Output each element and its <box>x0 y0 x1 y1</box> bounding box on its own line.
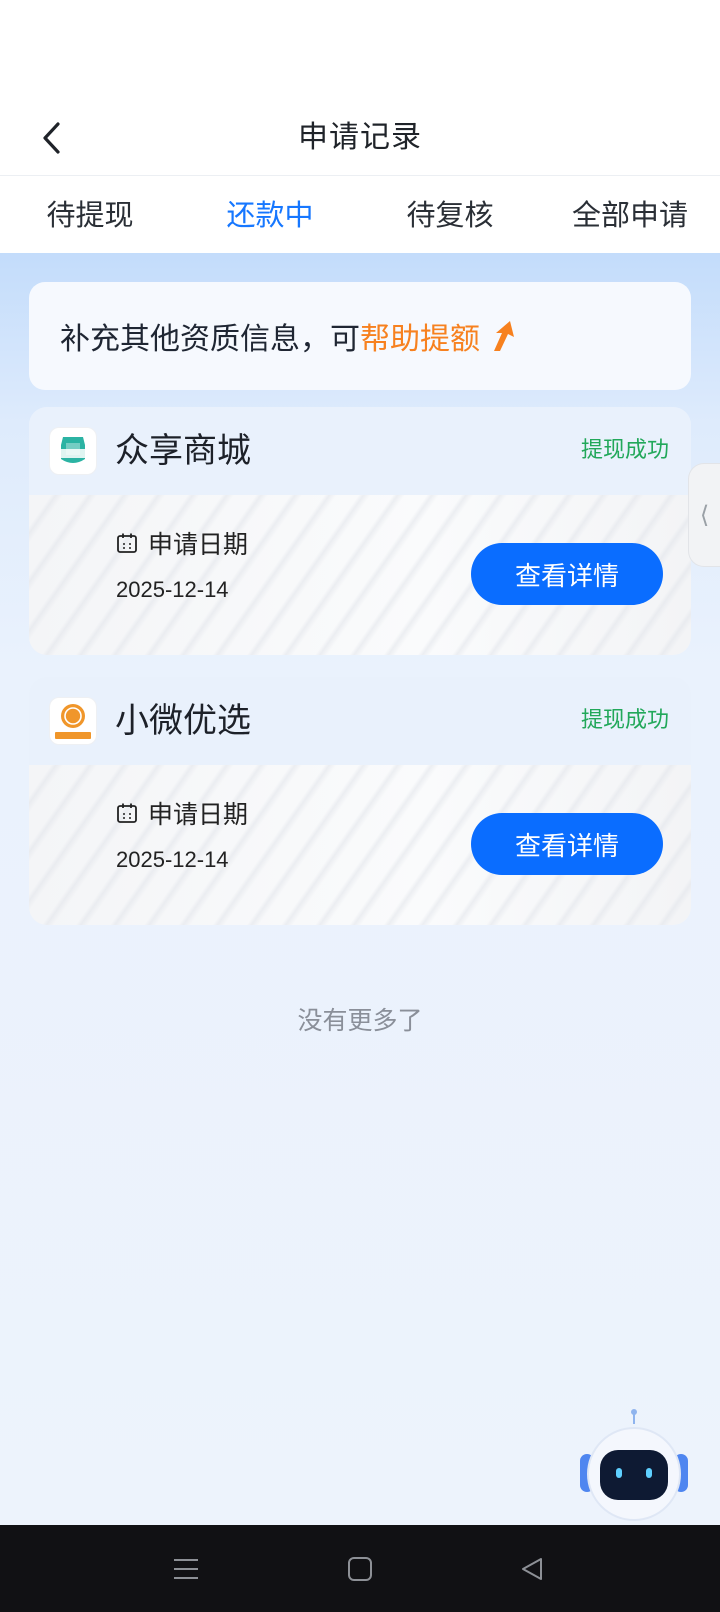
record-card-body: 申请日期 2025-12-14 查看详情 <box>29 765 691 925</box>
calendar-icon <box>117 803 137 823</box>
page-title: 申请记录 <box>298 120 422 155</box>
view-details-button[interactable]: 查看详情 <box>471 813 663 875</box>
header: 申请记录 <box>0 100 720 176</box>
apply-date-value: 2025-12-14 <box>116 577 229 602</box>
content-area: 补充其他资质信息，可 帮助提额 众享商城 提现成功 申请日期 2025-12-1… <box>0 253 720 1554</box>
tab-pending-withdraw[interactable]: 待提现 <box>0 177 180 253</box>
store-logo <box>49 697 97 745</box>
home-square-icon[interactable] <box>343 1552 377 1586</box>
back-triangle-icon[interactable] <box>515 1552 549 1586</box>
view-details-button[interactable]: 查看详情 <box>471 543 663 605</box>
promo-banner[interactable]: 补充其他资质信息，可 帮助提额 <box>29 282 691 390</box>
record-card-header: 小微优选 提现成功 <box>29 677 691 765</box>
store-logo-icon <box>55 437 91 463</box>
back-button[interactable] <box>30 116 74 160</box>
record-card-body: 申请日期 2025-12-14 查看详情 <box>29 495 691 655</box>
status-badge: 提现成功 <box>580 438 669 463</box>
side-drawer-handle[interactable]: ⟨ <box>688 463 720 567</box>
apply-date-label: 申请日期 <box>116 795 248 831</box>
status-bar-area <box>0 0 720 100</box>
tab-all-applications[interactable]: 全部申请 <box>540 177 720 253</box>
system-navigation-bar <box>0 1525 720 1612</box>
apply-date-value: 2025-12-14 <box>116 847 229 872</box>
store-name: 小微优选 <box>115 701 251 741</box>
promo-text: 补充其他资质信息，可 <box>60 322 360 357</box>
chevron-left-icon <box>43 122 60 154</box>
record-card: 小微优选 提现成功 申请日期 2025-12-14 查看详情 <box>29 677 691 925</box>
arrow-up-icon <box>488 319 518 353</box>
record-card: 众享商城 提现成功 申请日期 2025-12-14 查看详情 <box>29 407 691 655</box>
date-label-text: 申请日期 <box>148 530 249 559</box>
store-logo <box>49 427 97 475</box>
no-more-text: 没有更多了 <box>297 1006 423 1035</box>
record-card-header: 众享商城 提现成功 <box>29 407 691 495</box>
tab-bar: 待提现 还款中 待复核 全部申请 <box>0 177 720 253</box>
apply-date-label: 申请日期 <box>116 525 248 561</box>
date-label-text: 申请日期 <box>148 800 249 829</box>
tab-repaying[interactable]: 还款中 <box>180 177 360 253</box>
tab-pending-review[interactable]: 待复核 <box>360 177 540 253</box>
status-badge: 提现成功 <box>580 708 669 733</box>
store-logo-icon <box>55 704 91 739</box>
menu-icon[interactable] <box>169 1552 203 1586</box>
calendar-icon <box>117 533 137 553</box>
store-name: 众享商城 <box>115 431 251 471</box>
promo-highlight: 帮助提额 <box>360 322 480 357</box>
